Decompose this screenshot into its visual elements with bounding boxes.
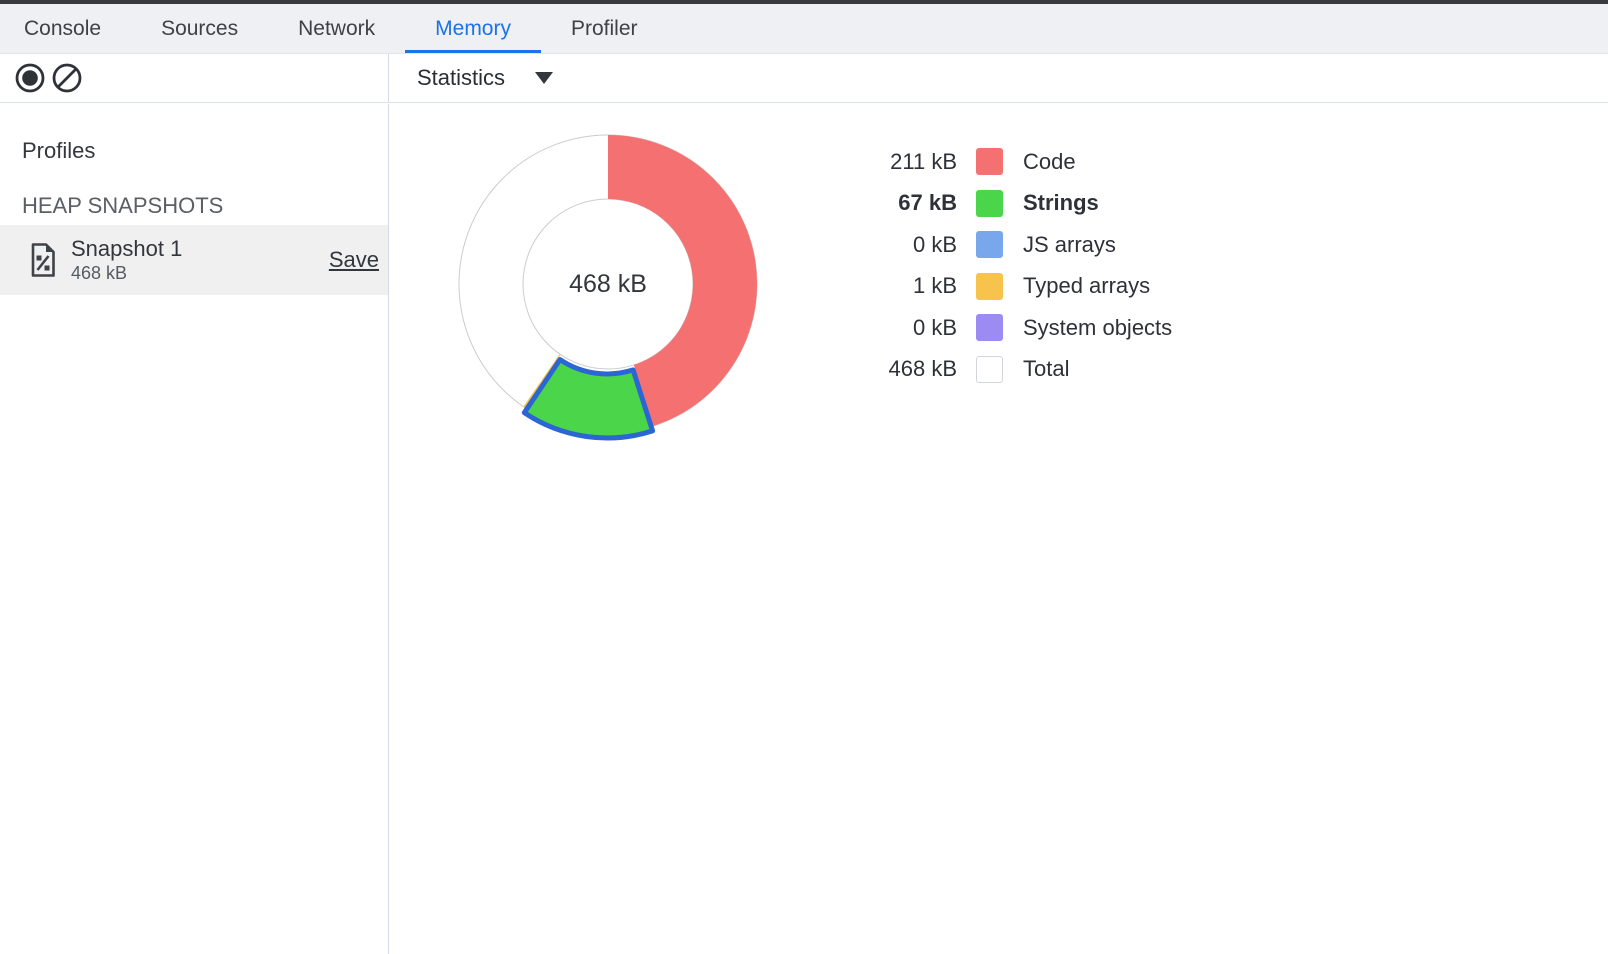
legend-item-js-arrays[interactable]: 0 kB JS arrays: [845, 224, 1172, 266]
legend-swatch-code: [976, 148, 1003, 175]
view-toolbar: Statistics: [389, 54, 1608, 102]
perspective-dropdown-value: Statistics: [417, 65, 505, 91]
save-snapshot-link[interactable]: Save: [329, 247, 379, 273]
profiles-title: Profiles: [22, 138, 388, 164]
legend-value-total: 468 kB: [845, 356, 957, 382]
heap-snapshots-section-header: HEAP SNAPSHOTS: [22, 193, 388, 219]
snapshot-texts: Snapshot 1 468 kB: [71, 237, 182, 284]
clear-icon: [51, 62, 83, 94]
legend-swatch-total: [976, 356, 1003, 383]
statistics-view: 468 kB 211 kB Code 67 kB Strings 0 kB JS…: [389, 104, 1608, 954]
memory-panel-content: Profiles HEAP SNAPSHOTS Snapshot 1 468 k…: [0, 104, 1608, 954]
pie-segment-strings-selected[interactable]: [524, 360, 652, 438]
legend-value-js-arrays: 0 kB: [845, 232, 957, 258]
record-button[interactable]: [14, 62, 46, 94]
tab-console[interactable]: Console: [0, 4, 131, 53]
profiles-sidebar: Profiles HEAP SNAPSHOTS Snapshot 1 468 k…: [0, 104, 389, 954]
legend-label-strings: Strings: [1023, 190, 1099, 216]
legend-item-strings[interactable]: 67 kB Strings: [845, 183, 1172, 225]
clear-button[interactable]: [51, 62, 83, 94]
dropdown-caret-icon: [535, 72, 553, 84]
memory-toolbar: Statistics: [0, 54, 1608, 103]
legend-item-total[interactable]: 468 kB Total: [845, 349, 1172, 391]
tab-memory[interactable]: Memory: [405, 4, 541, 53]
legend-label-system-objects: System objects: [1023, 315, 1172, 341]
legend-label-code: Code: [1023, 149, 1076, 175]
record-icon: [14, 62, 46, 94]
legend-swatch-typed-arrays: [976, 273, 1003, 300]
memory-donut-chart: [443, 119, 773, 449]
snapshot-name: Snapshot 1: [71, 237, 182, 261]
legend-value-strings: 67 kB: [845, 190, 957, 216]
tab-sources[interactable]: Sources: [131, 4, 268, 53]
legend-swatch-js-arrays: [976, 231, 1003, 258]
legend-label-total: Total: [1023, 356, 1069, 382]
tab-profiler[interactable]: Profiler: [541, 4, 668, 53]
tab-network[interactable]: Network: [268, 4, 405, 53]
devtools-tabbar: Console Sources Network Memory Profiler: [0, 4, 1608, 54]
legend-value-code: 211 kB: [845, 149, 957, 175]
profiles-toolbar: [0, 54, 389, 102]
legend-swatch-system-objects: [976, 314, 1003, 341]
legend-label-typed-arrays: Typed arrays: [1023, 273, 1150, 299]
legend-item-system-objects[interactable]: 0 kB System objects: [845, 307, 1172, 349]
legend-value-typed-arrays: 1 kB: [845, 273, 957, 299]
legend-value-system-objects: 0 kB: [845, 315, 957, 341]
chart-legend: 211 kB Code 67 kB Strings 0 kB JS arrays…: [845, 141, 1172, 390]
perspective-dropdown[interactable]: Statistics: [417, 65, 553, 91]
legend-label-js-arrays: JS arrays: [1023, 232, 1116, 258]
legend-item-typed-arrays[interactable]: 1 kB Typed arrays: [845, 266, 1172, 308]
legend-swatch-strings: [976, 190, 1003, 217]
snapshot-size: 468 kB: [71, 263, 182, 284]
sidebar-item-snapshot-1[interactable]: Snapshot 1 468 kB Save: [0, 225, 388, 295]
heap-snapshot-icon: [30, 243, 56, 277]
legend-item-code[interactable]: 211 kB Code: [845, 141, 1172, 183]
